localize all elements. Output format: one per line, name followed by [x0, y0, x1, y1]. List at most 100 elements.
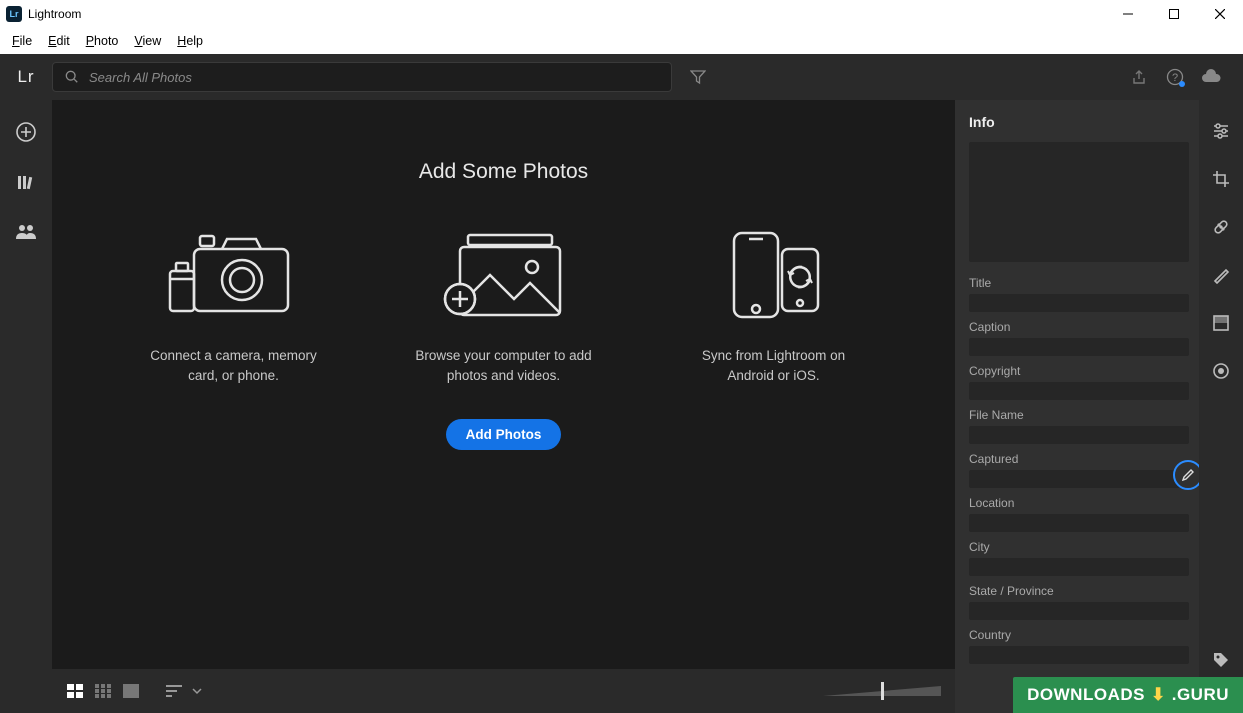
app-topbar: Lr Search All Photos ? [0, 54, 1243, 100]
keywords-button[interactable] [1208, 647, 1234, 673]
pencil-icon [1181, 468, 1195, 482]
funnel-icon [690, 69, 706, 85]
share-icon [1131, 69, 1147, 85]
field-label-filename: File Name [969, 408, 1189, 422]
cloud-sync-button[interactable] [1193, 59, 1229, 95]
menu-edit[interactable]: Edit [40, 31, 78, 51]
window-close-button[interactable] [1197, 0, 1243, 28]
app-logo: Lr [0, 67, 52, 87]
sharing-sidebar-button[interactable] [12, 218, 40, 246]
window-title: Lightroom [28, 7, 81, 21]
empty-state-heading: Add Some Photos [419, 160, 588, 184]
crop-button[interactable] [1208, 166, 1234, 192]
tile-connect-device: Connect a camera, memory card, or phone. [139, 222, 329, 385]
watermark-badge: DOWNLOADS ⬇ .GURU [1013, 677, 1243, 713]
menubar: File Edit Photo View Help [0, 28, 1243, 54]
tile-browse-computer: Browse your computer to add photos and v… [409, 222, 599, 385]
right-tool-rail [1199, 100, 1243, 713]
field-input-country[interactable] [969, 646, 1189, 664]
bottom-toolbar [52, 669, 955, 713]
help-button[interactable]: ? [1157, 59, 1193, 95]
tile-caption: Connect a camera, memory card, or phone. [139, 346, 329, 385]
field-label-caption: Caption [969, 320, 1189, 334]
radial-gradient-button[interactable] [1208, 358, 1234, 384]
sort-icon [166, 684, 184, 698]
menu-help[interactable]: Help [169, 31, 211, 51]
tile-sync-mobile: Sync from Lightroom on Android or iOS. [679, 222, 869, 385]
menu-file[interactable]: File [4, 31, 40, 51]
zoom-slider[interactable] [823, 682, 943, 700]
bandage-icon [1212, 218, 1230, 236]
field-label-title: Title [969, 276, 1189, 290]
sliders-icon [1212, 122, 1230, 140]
field-input-city[interactable] [969, 558, 1189, 576]
field-label-city: City [969, 540, 1189, 554]
tile-caption: Sync from Lightroom on Android or iOS. [679, 346, 869, 385]
sort-menu[interactable] [166, 684, 202, 698]
info-panel: Info Title Caption Copyright File Name C… [955, 100, 1199, 713]
field-input-caption[interactable] [969, 338, 1189, 356]
window-titlebar: Lr Lightroom [0, 0, 1243, 28]
linear-gradient-button[interactable] [1208, 310, 1234, 336]
field-input-captured[interactable] [969, 470, 1189, 488]
add-photos-sidebar-button[interactable] [12, 118, 40, 146]
view-single[interactable] [120, 682, 142, 700]
field-label-copyright: Copyright [969, 364, 1189, 378]
watermark-text-left: DOWNLOADS [1027, 685, 1145, 705]
circle-target-icon [1212, 362, 1230, 380]
info-preview [969, 142, 1189, 262]
edit-sliders-button[interactable] [1208, 118, 1234, 144]
menu-photo[interactable]: Photo [78, 31, 127, 51]
field-label-country: Country [969, 628, 1189, 642]
filter-button[interactable] [680, 59, 716, 95]
plus-circle-icon [15, 121, 37, 143]
cloud-icon [1200, 69, 1222, 85]
view-grid-large[interactable] [64, 682, 86, 700]
search-input[interactable]: Search All Photos [52, 62, 672, 92]
menu-view[interactable]: View [126, 31, 169, 51]
library-icon [16, 172, 36, 192]
mobile-sync-icon [704, 227, 844, 327]
notification-dot [1179, 81, 1185, 87]
field-label-location: Location [969, 496, 1189, 510]
field-input-location[interactable] [969, 514, 1189, 532]
edit-captured-button[interactable] [1173, 460, 1199, 490]
field-input-state[interactable] [969, 602, 1189, 620]
main-canvas: Add Some Photos [52, 100, 955, 713]
window-minimize-button[interactable] [1105, 0, 1151, 28]
square-icon [1213, 315, 1229, 331]
search-placeholder: Search All Photos [89, 70, 192, 85]
field-label-captured: Captured [969, 452, 1189, 466]
search-icon [65, 70, 79, 84]
empty-state-tiles: Connect a camera, memory card, or phone. [139, 222, 869, 385]
crop-icon [1212, 170, 1230, 188]
app-body: Add Some Photos [0, 100, 1243, 713]
info-panel-title: Info [969, 114, 1189, 130]
svg-text:?: ? [1172, 72, 1178, 84]
app-icon: Lr [6, 6, 22, 22]
view-mode-toggle [64, 682, 142, 700]
chevron-down-icon [192, 687, 202, 695]
field-input-title[interactable] [969, 294, 1189, 312]
window-maximize-button[interactable] [1151, 0, 1197, 28]
field-input-filename[interactable] [969, 426, 1189, 444]
zoom-slider-track [823, 682, 943, 700]
download-arrow-icon: ⬇ [1151, 685, 1166, 705]
people-icon [15, 222, 37, 242]
add-photos-button[interactable]: Add Photos [446, 419, 562, 450]
brush-button[interactable] [1208, 262, 1234, 288]
tile-caption: Browse your computer to add photos and v… [409, 346, 599, 385]
brush-icon [1212, 266, 1230, 284]
healing-button[interactable] [1208, 214, 1234, 240]
my-photos-sidebar-button[interactable] [12, 168, 40, 196]
camera-icon [164, 227, 304, 327]
watermark-text-right: .GURU [1172, 685, 1229, 705]
field-input-copyright[interactable] [969, 382, 1189, 400]
left-sidebar [0, 100, 52, 713]
tag-icon [1212, 651, 1230, 669]
app-frame: Lr Search All Photos ? [0, 54, 1243, 713]
share-button[interactable] [1121, 59, 1157, 95]
add-image-icon [434, 227, 574, 327]
field-label-state: State / Province [969, 584, 1189, 598]
view-grid-small[interactable] [92, 682, 114, 700]
